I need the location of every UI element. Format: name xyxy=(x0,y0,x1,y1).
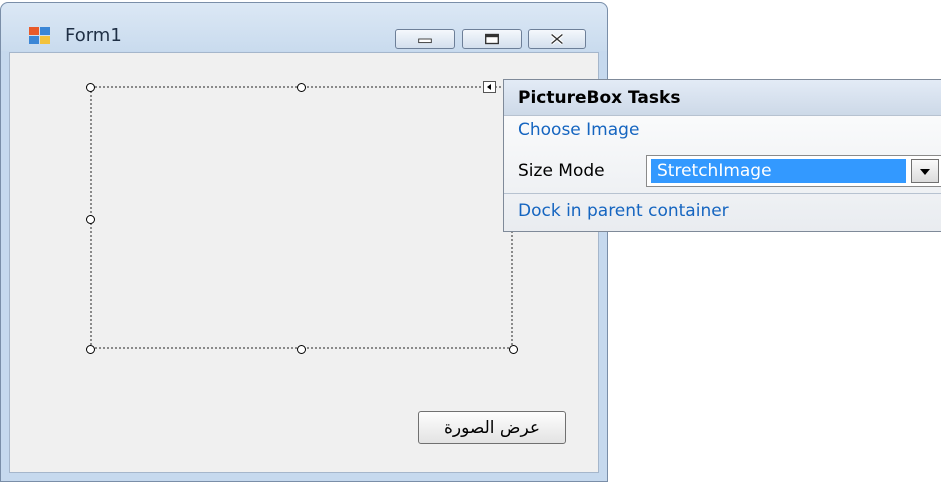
minimize-button[interactable] xyxy=(395,29,455,49)
minimize-icon xyxy=(418,38,432,44)
close-icon xyxy=(550,33,564,45)
size-mode-select[interactable]: StretchImage xyxy=(646,155,941,187)
show-image-button[interactable]: عرض الصورة xyxy=(418,411,566,444)
size-mode-dropdown-button[interactable] xyxy=(911,159,939,183)
title-bar[interactable]: Form1 xyxy=(1,3,607,51)
resize-handle-bottom-right[interactable] xyxy=(509,345,518,354)
resize-handle-top-left[interactable] xyxy=(86,83,95,92)
resize-handle-top-middle[interactable] xyxy=(297,83,306,92)
close-button[interactable] xyxy=(528,29,586,49)
chevron-down-icon xyxy=(920,169,930,175)
resize-handle-bottom-left[interactable] xyxy=(86,345,95,354)
maximize-icon xyxy=(485,33,499,45)
resize-handle-middle-left[interactable] xyxy=(86,215,95,224)
tasks-divider xyxy=(504,193,941,194)
dock-in-parent-link[interactable]: Dock in parent container xyxy=(518,201,729,221)
size-mode-selected-value[interactable]: StretchImage xyxy=(651,159,906,183)
smart-tag-arrow-icon xyxy=(487,84,491,90)
size-mode-label: Size Mode xyxy=(518,161,605,181)
tasks-panel-header: PictureBox Tasks xyxy=(504,80,941,116)
picturebox-tasks-panel: PictureBox Tasks Choose Image Size Mode … xyxy=(503,79,941,232)
form-app-icon xyxy=(29,27,50,44)
maximize-button[interactable] xyxy=(462,29,522,49)
smart-tag-button[interactable] xyxy=(483,81,496,93)
window-title: Form1 xyxy=(65,25,122,46)
tasks-panel-title: PictureBox Tasks xyxy=(518,88,681,108)
picturebox-control[interactable] xyxy=(90,86,513,349)
choose-image-link[interactable]: Choose Image xyxy=(518,120,639,140)
resize-handle-bottom-middle[interactable] xyxy=(297,345,306,354)
